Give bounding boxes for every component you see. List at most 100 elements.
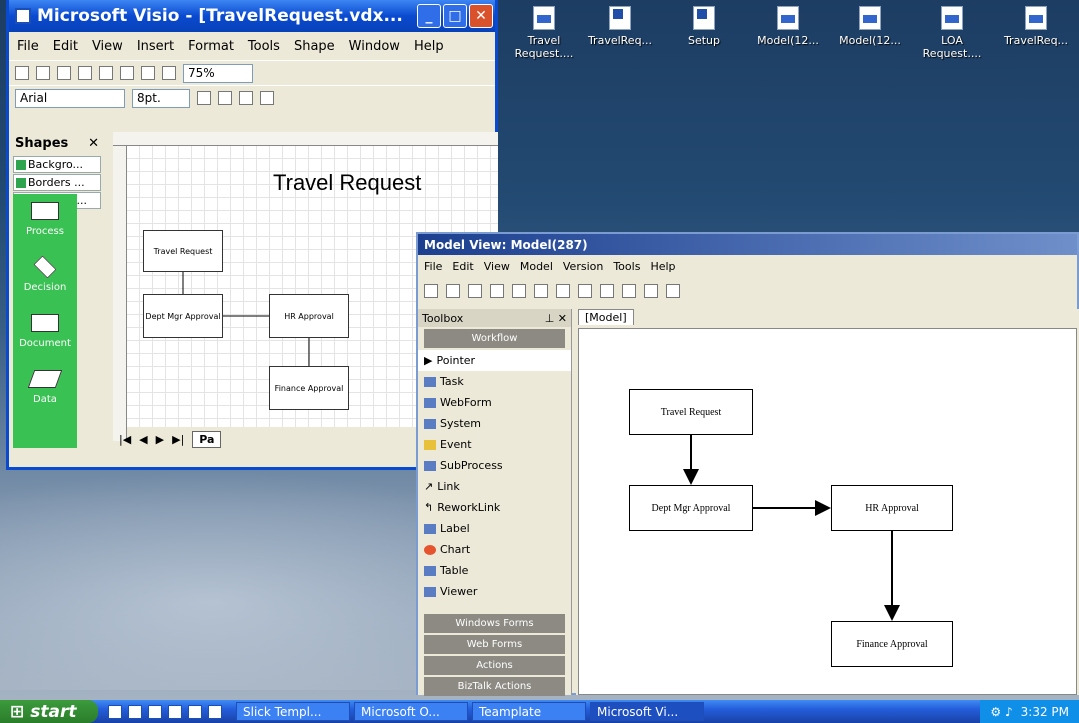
new-icon[interactable] (15, 66, 29, 80)
visio-title-bar[interactable]: Microsoft Visio - [TravelRequest.vdx... … (9, 0, 495, 32)
new-icon[interactable] (424, 284, 438, 298)
desktop-icon-model-1[interactable]: Model(12... (752, 6, 824, 47)
open-icon[interactable] (36, 66, 50, 80)
next-page-icon[interactable]: ▶ (156, 433, 164, 446)
close-button[interactable]: ✕ (469, 4, 493, 28)
shape-decision[interactable]: Decision (13, 250, 77, 306)
tool-reworklink[interactable]: ↰ ReworkLink (418, 497, 571, 518)
line-color-icon[interactable] (218, 91, 232, 105)
taskbar-microsoft-office[interactable]: Microsoft O... (354, 702, 468, 721)
model-title-bar[interactable]: Model View: Model(287) (418, 234, 1077, 255)
ie-icon[interactable] (108, 704, 122, 719)
menu-view[interactable]: View (484, 260, 510, 274)
model-canvas[interactable]: Travel Request Dept Mgr Approval HR Appr… (578, 328, 1077, 695)
font-size-combo[interactable]: 8pt. (132, 88, 190, 108)
menu-model[interactable]: Model (520, 260, 553, 274)
text-tool-icon[interactable] (141, 66, 155, 80)
section-web-forms[interactable]: Web Forms (424, 635, 565, 654)
taskbar-slick-template[interactable]: Slick Templ... (236, 702, 350, 721)
menu-window[interactable]: Window (349, 39, 400, 54)
section-workflow[interactable]: Workflow (424, 329, 565, 348)
rectangle-tool-icon[interactable] (162, 66, 176, 80)
cut-icon[interactable] (490, 284, 504, 298)
stencil-borders[interactable]: Borders ... (13, 174, 101, 191)
menu-shape[interactable]: Shape (294, 39, 335, 54)
menu-file[interactable]: File (424, 260, 442, 274)
menu-file[interactable]: File (17, 39, 39, 54)
pin-close-icon[interactable]: ⊥ ✕ (545, 312, 567, 325)
page-tab[interactable]: Pa (192, 430, 222, 448)
undo-icon[interactable] (78, 66, 92, 80)
tool-task[interactable]: Task (418, 371, 571, 392)
line-weight-icon[interactable] (260, 91, 274, 105)
section-actions[interactable]: Actions (424, 656, 565, 675)
open-icon[interactable] (578, 284, 592, 298)
shape-process[interactable]: Process (13, 194, 77, 250)
taskbar-microsoft-visio[interactable]: Microsoft Vi... (590, 702, 704, 721)
tool-table[interactable]: Table (418, 560, 571, 581)
tool-chart[interactable]: Chart (418, 539, 571, 560)
model-tab[interactable]: [Model] (578, 309, 634, 325)
taskbar-teamplate[interactable]: Teamplate (472, 702, 586, 721)
zoom-combo[interactable]: 75% (183, 63, 253, 83)
prev-page-icon[interactable]: ◀ (139, 433, 147, 446)
desktop-icon-travelreq-doc[interactable]: TravelReq... (584, 6, 656, 47)
menu-help[interactable]: Help (650, 260, 675, 274)
menu-insert[interactable]: Insert (137, 39, 174, 54)
start-button[interactable]: ⊞ start (0, 700, 98, 723)
minimize-button[interactable]: _ (417, 4, 441, 28)
print-icon[interactable] (57, 66, 71, 80)
close-shapes-icon[interactable]: ✕ (88, 136, 99, 151)
menu-version[interactable]: Version (563, 260, 603, 274)
desktop-icon-loa-request[interactable]: LOA Request.... (916, 6, 988, 60)
shape-document[interactable]: Document (13, 306, 77, 362)
edit-icon[interactable] (666, 284, 680, 298)
maximize-button[interactable]: □ (443, 4, 467, 28)
desktop-icon-travelreq-vsd[interactable]: TravelReq... (1000, 6, 1072, 47)
connector-tool-icon[interactable] (120, 66, 134, 80)
section-windows-forms[interactable]: Windows Forms (424, 614, 565, 633)
tool-link[interactable]: ↗ Link (418, 476, 571, 497)
menu-tools[interactable]: Tools (613, 260, 640, 274)
stop-icon[interactable] (644, 284, 658, 298)
tool-system[interactable]: System (418, 413, 571, 434)
pointer-tool-icon[interactable] (99, 66, 113, 80)
save-icon[interactable] (468, 284, 482, 298)
word-icon[interactable] (188, 704, 202, 719)
shape-data[interactable]: Data (13, 362, 77, 418)
undo-icon[interactable] (556, 284, 570, 298)
first-page-icon[interactable]: |◀ (119, 433, 131, 446)
last-page-icon[interactable]: ▶| (172, 433, 184, 446)
section-biztalk-actions[interactable]: BizTalk Actions (424, 677, 565, 696)
tool-pointer[interactable]: ▶ Pointer (418, 350, 571, 371)
delete-icon[interactable] (446, 284, 460, 298)
tool-label[interactable]: Label (418, 518, 571, 539)
desktop-icon-model-2[interactable]: Model(12... (834, 6, 906, 47)
desktop-icon-travel-request[interactable]: Travel Request.... (508, 6, 580, 60)
run-icon[interactable] (622, 284, 636, 298)
print-icon[interactable] (600, 284, 614, 298)
menu-edit[interactable]: Edit (452, 260, 473, 274)
media-icon[interactable] (148, 704, 162, 719)
stencil-backgrounds[interactable]: Backgro... (13, 156, 101, 173)
outlook-icon[interactable] (128, 704, 142, 719)
menu-edit[interactable]: Edit (53, 39, 78, 54)
menu-help[interactable]: Help (414, 39, 444, 54)
desktop-icon-setup[interactable]: Setup (668, 6, 740, 47)
tool-webform[interactable]: WebForm (418, 392, 571, 413)
paste-icon[interactable] (534, 284, 548, 298)
excel-icon[interactable] (168, 704, 182, 719)
tool-viewer[interactable]: Viewer (418, 581, 571, 602)
menu-format[interactable]: Format (188, 39, 234, 54)
tool-subprocess[interactable]: SubProcess (418, 455, 571, 476)
visio-icon[interactable] (208, 704, 222, 719)
tray-icons[interactable]: ⚙ ♪ (990, 705, 1012, 719)
font-color-icon[interactable] (197, 91, 211, 105)
menu-tools[interactable]: Tools (248, 39, 280, 54)
fill-color-icon[interactable] (239, 91, 253, 105)
font-combo[interactable]: Arial (15, 88, 125, 108)
copy-icon[interactable] (512, 284, 526, 298)
desktop-icon-label: TravelReq... (1003, 34, 1069, 47)
tool-event[interactable]: Event (418, 434, 571, 455)
menu-view[interactable]: View (92, 39, 123, 54)
